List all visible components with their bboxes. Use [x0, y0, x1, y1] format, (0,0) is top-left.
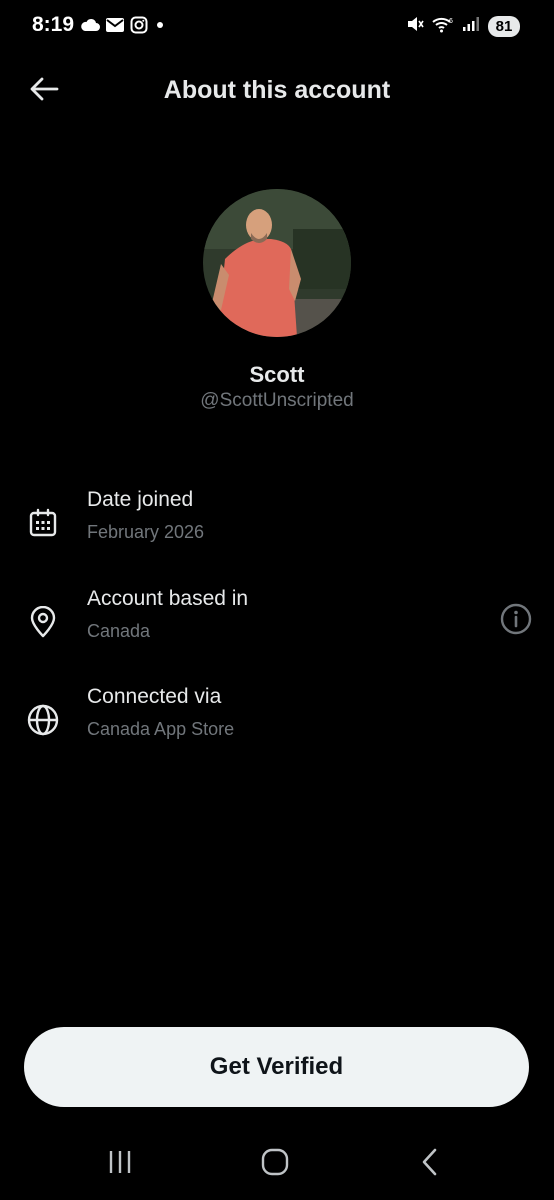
cloud-icon — [80, 18, 100, 37]
signal-icon — [462, 16, 480, 37]
location-pin-icon — [26, 605, 60, 639]
profile-handle: @ScottUnscripted — [200, 390, 354, 411]
home-button[interactable] — [251, 1144, 299, 1184]
battery-icon: 81 — [488, 16, 520, 37]
status-right-icons: 6 81 — [406, 15, 520, 38]
based-in-value: Canada — [87, 621, 151, 641]
based-in-label: Account based in — [87, 587, 249, 610]
system-nav-bar — [0, 1130, 554, 1200]
connected-via-value: Canada App Store — [87, 719, 235, 739]
date-joined-value: February 2026 — [87, 522, 205, 542]
info-row-connected-via: Connected via Canada App Store — [0, 685, 554, 755]
calendar-icon — [26, 506, 60, 540]
info-row-based-in: Account based in Canada — [0, 587, 554, 657]
status-bar: 8:19 6 81 — [0, 0, 554, 54]
home-icon — [261, 1148, 289, 1181]
connected-via-label: Connected via — [87, 685, 222, 708]
avatar — [203, 189, 351, 337]
mute-icon — [406, 15, 424, 38]
info-icon[interactable] — [498, 601, 534, 637]
mail-icon — [105, 17, 125, 38]
header: About this account — [0, 60, 554, 122]
status-left-icons — [80, 16, 167, 39]
nav-back-button[interactable] — [406, 1144, 454, 1184]
instagram-icon — [130, 16, 148, 39]
back-icon — [419, 1148, 441, 1181]
recents-icon — [107, 1149, 133, 1180]
recents-button[interactable] — [96, 1144, 144, 1184]
svg-text:6: 6 — [449, 18, 453, 25]
info-row-date-joined: Date joined February 2026 — [0, 488, 554, 558]
page-title: About this account — [163, 76, 391, 104]
wifi-icon: 6 — [432, 15, 454, 38]
date-joined-label: Date joined — [87, 488, 194, 511]
profile-name: Scott — [249, 362, 305, 387]
dot-icon — [153, 18, 167, 37]
get-verified-button[interactable]: Get Verified — [24, 1027, 529, 1107]
globe-icon — [26, 703, 60, 737]
status-time: 8:19 — [32, 13, 75, 36]
